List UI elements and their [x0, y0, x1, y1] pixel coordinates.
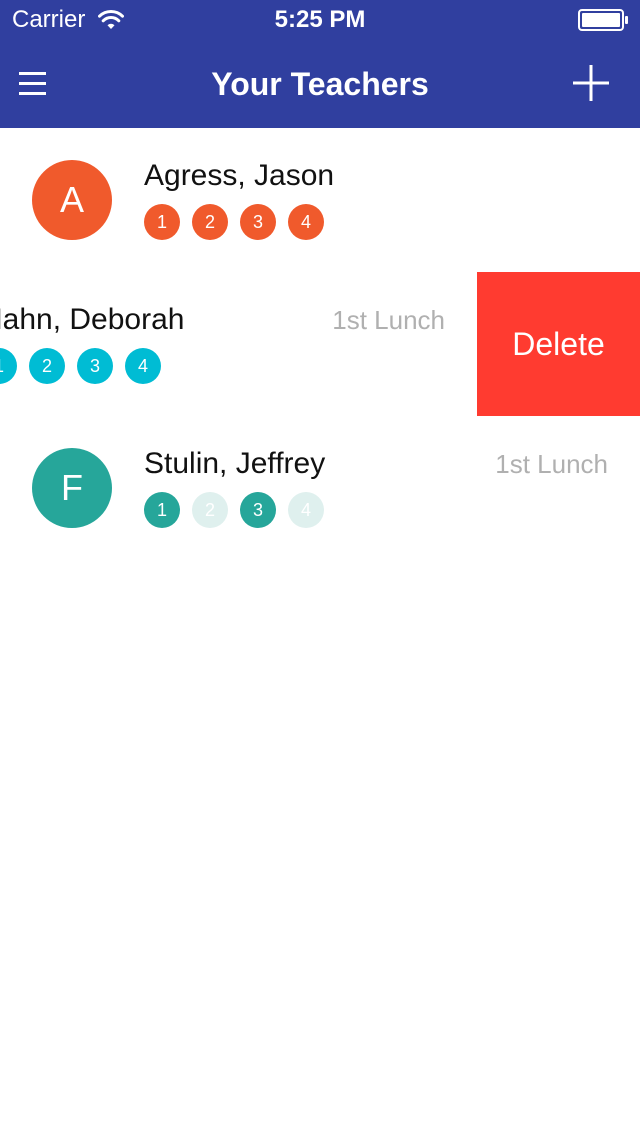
- plus-icon: [573, 65, 609, 101]
- avatar: F: [32, 448, 112, 528]
- teacher-row[interactable]: A Agress, Jason 1 2 3 4: [0, 128, 640, 272]
- teacher-list: A Agress, Jason 1 2 3 4 Hahn, Deborah 1s…: [0, 128, 640, 1136]
- status-time: 5:25 PM: [274, 6, 366, 33]
- status-bar: Carrier 5:25 PM: [0, 0, 640, 40]
- teacher-row[interactable]: F Stulin, Jeffrey 1st Lunch 1 2 3 4: [0, 416, 640, 560]
- period-badge: 4: [125, 348, 161, 384]
- period-badge: 3: [240, 492, 276, 528]
- add-teacher-button[interactable]: [566, 58, 616, 108]
- period-badge: 1: [144, 204, 180, 240]
- teacher-row-content: F Stulin, Jeffrey 1st Lunch 1 2 3 4: [0, 416, 640, 560]
- period-badge: 3: [77, 348, 113, 384]
- period-badge: 2: [29, 348, 65, 384]
- lunch-label: 1st Lunch: [332, 305, 445, 335]
- period-badge: 2: [192, 204, 228, 240]
- avatar: A: [32, 160, 112, 240]
- page-title: Your Teachers: [211, 66, 429, 102]
- teacher-row[interactable]: Hahn, Deborah 1st Lunch 1 2 3 4 Delete: [0, 272, 640, 416]
- delete-button[interactable]: Delete: [477, 272, 640, 416]
- period-badge: 2: [192, 492, 228, 528]
- teacher-name: Agress, Jason: [144, 159, 335, 192]
- period-badge: 4: [288, 204, 324, 240]
- teacher-row-content: Hahn, Deborah 1st Lunch 1 2 3 4: [0, 272, 477, 416]
- period-badge: 1: [0, 348, 17, 384]
- teacher-name: Hahn, Deborah: [0, 303, 185, 336]
- period-badge: 1: [144, 492, 180, 528]
- nav-bar: Carrier 5:25 PM Your Teachers: [0, 0, 640, 128]
- battery-full-icon: [578, 9, 628, 31]
- lunch-label: 1st Lunch: [495, 449, 608, 479]
- period-badge: 4: [288, 492, 324, 528]
- teacher-name: Stulin, Jeffrey: [144, 447, 326, 480]
- period-badge: 3: [240, 204, 276, 240]
- teacher-row-content: A Agress, Jason 1 2 3 4: [0, 128, 640, 272]
